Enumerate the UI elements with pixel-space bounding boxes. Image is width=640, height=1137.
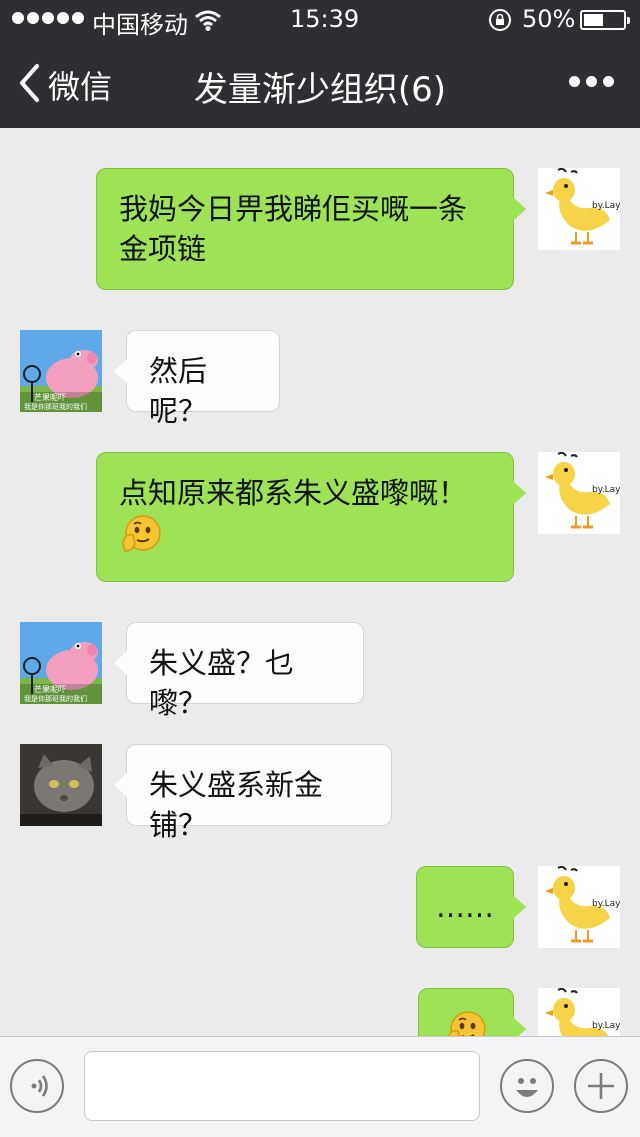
- message-bubble[interactable]: 朱义盛？乜嚟？: [114, 622, 364, 720]
- message-text: ……: [436, 890, 494, 924]
- navigation-bar: 微信 发量渐少组织(6): [0, 40, 640, 128]
- emoji-icon: [502, 1078, 552, 1115]
- svg-text:我是你那班我的我们: 我是你那班我的我们: [24, 402, 87, 411]
- message-text: 然后呢？: [149, 354, 208, 428]
- svg-text:by.Layla: by.Layla: [592, 201, 620, 211]
- plus-icon: [576, 1073, 626, 1115]
- message-bubble[interactable]: 然后呢？: [114, 330, 280, 428]
- avatar-peppa[interactable]: 芒果呢吓 我是你那班我的我们: [20, 622, 102, 704]
- voice-button[interactable]: [10, 1059, 64, 1113]
- carrier-name: 中国移动: [92, 11, 188, 39]
- avatar-cat[interactable]: [20, 744, 102, 826]
- input-bar: [0, 1036, 640, 1137]
- rotation-lock-icon: [488, 8, 512, 36]
- signal-strength-icon: [12, 12, 84, 24]
- emoji-button[interactable]: [500, 1059, 554, 1113]
- avatar-duck[interactable]: by.Layla: [538, 168, 620, 250]
- message-text: 朱义盛？乜嚟？: [149, 646, 295, 720]
- svg-text:by.Layla: by.Layla: [592, 899, 620, 909]
- avatar-peppa[interactable]: 芒果呢吓 我是你那班我的我们: [20, 330, 102, 412]
- chat-title: 发量渐少组织(6): [193, 70, 447, 110]
- svg-text:我是你那班我的我们: 我是你那班我的我们: [24, 694, 87, 703]
- svg-text:by.Layla: by.Layla: [592, 1021, 620, 1031]
- message-bubble[interactable]: 点知原来都系朱义盛嚟嘅！: [96, 452, 526, 582]
- status-bar: 中国移动 15:39 50%: [0, 0, 640, 40]
- wifi-icon: [194, 9, 222, 35]
- message-text: 我妈今日畀我睇佢买嘅一条金项链: [119, 192, 468, 266]
- battery-percentage: 50%: [522, 5, 576, 33]
- message-text: 点知原来都系朱义盛嚟嘅！: [119, 476, 468, 510]
- svg-text:by.Layla: by.Layla: [592, 485, 620, 495]
- more-icon[interactable]: [569, 76, 614, 87]
- thinking-face-icon: [119, 513, 163, 567]
- message-bubble[interactable]: 朱义盛系新金铺？: [114, 744, 392, 842]
- message-input[interactable]: [84, 1051, 480, 1121]
- more-options-button[interactable]: [574, 1059, 628, 1113]
- avatar-duck[interactable]: by.Layla: [538, 866, 620, 948]
- message-bubble[interactable]: ……: [416, 866, 526, 948]
- svg-text:芒果呢吓: 芒果呢吓: [34, 684, 66, 694]
- avatar-duck[interactable]: by.Layla: [538, 452, 620, 534]
- battery-icon: [580, 10, 630, 30]
- message-text: 朱义盛系新金铺？: [149, 768, 324, 842]
- clock: 15:39: [290, 5, 360, 33]
- svg-text:芒果呢吓: 芒果呢吓: [34, 392, 66, 402]
- voice-icon: [12, 1075, 62, 1115]
- message-bubble[interactable]: 我妈今日畀我睇佢买嘅一条金项链: [96, 168, 526, 290]
